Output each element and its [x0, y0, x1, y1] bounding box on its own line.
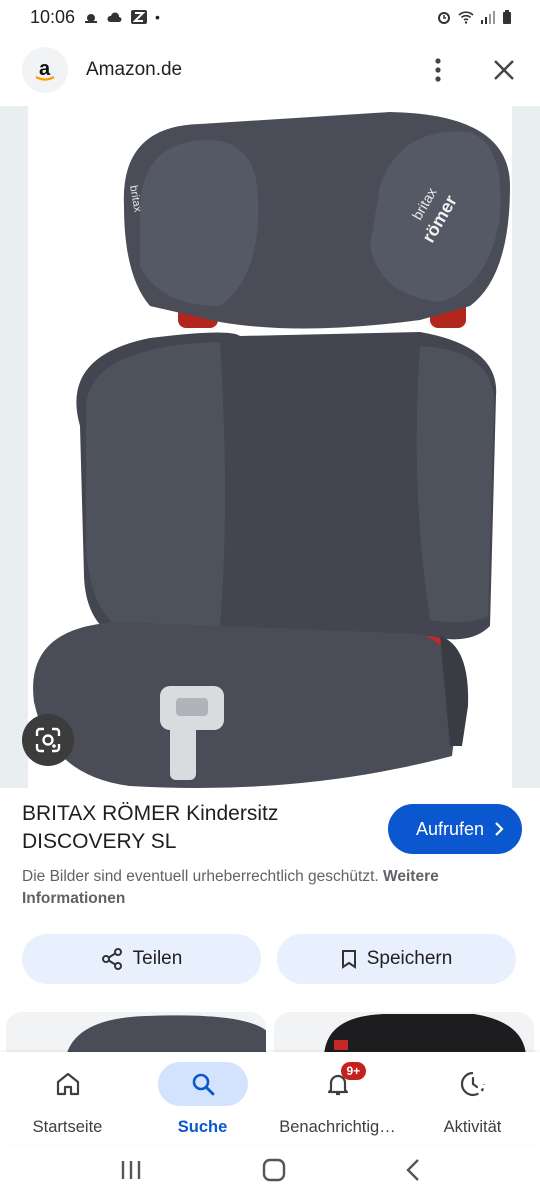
related-seat-thumbnail: [66, 1015, 266, 1056]
share-icon: [101, 948, 122, 970]
app-z-icon: [131, 10, 148, 24]
site-name[interactable]: Amazon.de: [86, 59, 182, 81]
signal-icon: [481, 11, 495, 24]
google-lens-button[interactable]: [22, 714, 74, 766]
share-button[interactable]: Teilen: [22, 934, 261, 984]
disclaimer-text: Die Bilder sind eventuell urheberrechtli…: [22, 868, 379, 885]
battery-icon: [503, 10, 511, 24]
amazon-logo-icon: a: [35, 58, 55, 81]
alarm-icon: [438, 12, 450, 24]
nav-label-notifications: Benachrichtig…: [279, 1118, 396, 1136]
notification-dot-icon: •: [155, 9, 160, 25]
product-image[interactable]: britax römer britax: [0, 106, 540, 788]
nav-item-notifications[interactable]: 9+ Benachrichtig…: [270, 1052, 405, 1144]
nav-label-home: Startseite: [32, 1118, 103, 1136]
copyright-disclaimer: Die Bilder sind eventuell urheberrechtli…: [22, 866, 522, 910]
close-icon: [494, 60, 514, 80]
save-button[interactable]: Speichern: [277, 934, 516, 984]
bookmark-icon: [341, 950, 356, 969]
amazon-favicon: a: [22, 47, 68, 93]
chevron-right-icon: [495, 822, 504, 836]
nav-item-activity[interactable]: Aktivität: [405, 1052, 540, 1144]
notification-badge: 9+: [340, 1062, 367, 1080]
home-system-button[interactable]: [262, 1158, 286, 1187]
search-icon: [192, 1073, 214, 1096]
browser-header: a Amazon.de: [0, 34, 540, 106]
visit-button[interactable]: Aufrufen: [387, 804, 522, 854]
back-button[interactable]: [405, 1158, 421, 1187]
visit-button-label: Aufrufen: [415, 818, 484, 839]
lens-icon: [35, 727, 61, 753]
related-image-card[interactable]: [6, 1012, 266, 1056]
recent-apps-button[interactable]: [119, 1159, 143, 1186]
product-title: BRITAX RÖMER Kindersitz DISCOVERY SL: [22, 802, 279, 853]
bottom-navigation: Startseite Suche 9+ Benachrichtig… Aktiv…: [0, 1052, 540, 1144]
system-navigation-bar: [0, 1144, 540, 1200]
back-chevron-icon: [405, 1158, 419, 1181]
nav-label-search: Suche: [177, 1118, 228, 1136]
related-images: [6, 1012, 534, 1056]
save-label: Speichern: [366, 948, 453, 969]
weather-icon: [85, 14, 98, 23]
svg-text:a: a: [39, 58, 51, 80]
related-image-card[interactable]: [274, 1012, 534, 1056]
home-icon: [56, 1072, 79, 1096]
nav-label-activity: Aktivität: [443, 1118, 502, 1136]
more-vert-icon: [435, 58, 441, 82]
share-label: Teilen: [132, 948, 183, 969]
nav-item-search[interactable]: Suche: [135, 1052, 270, 1144]
wifi-icon: [458, 11, 474, 24]
status-bar: 10:06 •: [0, 0, 540, 34]
status-time: 10:06: [30, 6, 76, 27]
close-button[interactable]: [490, 56, 518, 84]
more-options-button[interactable]: [424, 56, 452, 84]
recents-icon: [122, 1160, 141, 1179]
car-seat-illustration: britax römer britax: [33, 112, 511, 788]
home-square-icon: [262, 1158, 286, 1181]
related-seat-thumbnail: [324, 1014, 526, 1056]
activity-icon: [460, 1071, 485, 1097]
nav-item-home[interactable]: Startseite: [0, 1052, 135, 1144]
cloud-icon: [107, 12, 122, 22]
